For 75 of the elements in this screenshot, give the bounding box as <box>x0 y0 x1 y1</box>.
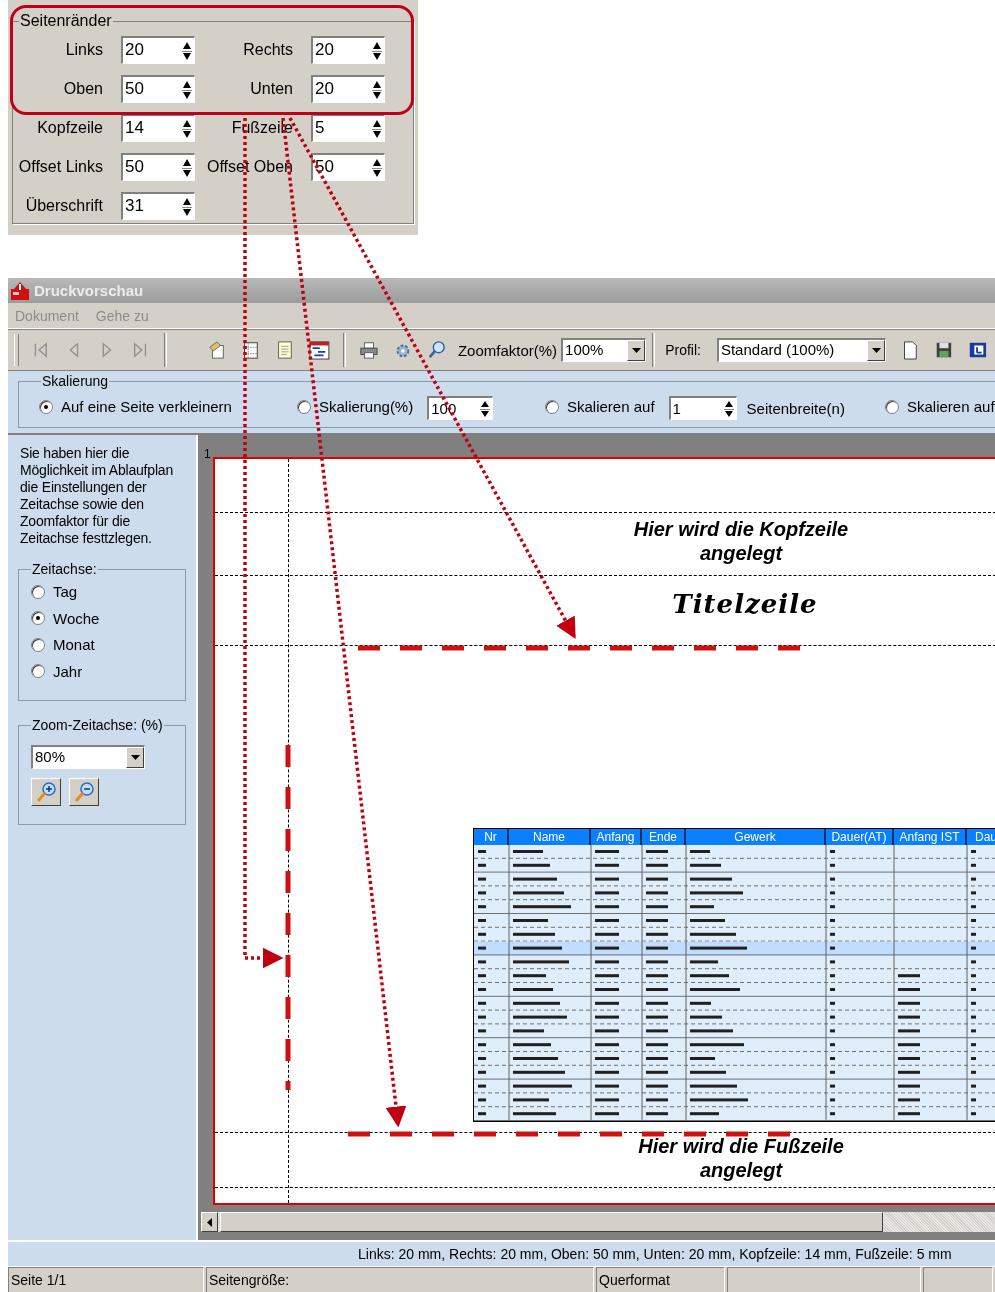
page-number: 1 <box>204 447 211 461</box>
radio-option[interactable]: Monat <box>31 636 95 653</box>
title-text: Titelzeile <box>671 589 819 619</box>
app-icon <box>10 280 30 301</box>
zoom-in-icon <box>35 781 57 803</box>
radio-option[interactable]: Woche <box>31 609 100 627</box>
column-header: Nr <box>474 829 509 845</box>
status-text: Seite 1/1 <box>8 1267 204 1292</box>
unit-label: Seitenbreite(n) <box>746 399 845 417</box>
column-header: Anfang IST <box>894 829 967 845</box>
radio-option[interactable]: Skalieren auf <box>885 398 995 416</box>
zoom-icon[interactable] <box>427 339 447 361</box>
radio-button[interactable] <box>31 611 45 625</box>
radio-button[interactable] <box>545 399 559 414</box>
number-spinner[interactable]: 1 <box>668 396 737 420</box>
status-text: Querformat <box>596 1267 726 1292</box>
window-title: Druckvorschau <box>34 282 144 299</box>
radio-button[interactable] <box>31 637 45 652</box>
radio-option[interactable]: Jahr <box>31 662 83 680</box>
field-label: Oben <box>62 80 104 98</box>
header-text: Hier wird die Kopfzeile angelegt <box>632 517 850 565</box>
field-label: Überschrift <box>24 197 104 215</box>
number-spinner[interactable]: 20 <box>121 36 195 64</box>
horizontal-scrollbar[interactable] <box>201 1212 995 1232</box>
zoom-label: Zoomfaktor(%) <box>457 341 558 359</box>
profile-label: Profil: <box>665 342 701 358</box>
printer-icon[interactable] <box>359 339 380 361</box>
dropdown[interactable]: 100% <box>561 338 647 362</box>
field-label: Rechts <box>242 41 294 59</box>
caret-down-icon <box>871 348 881 353</box>
number-spinner[interactable]: 50 <box>121 153 195 181</box>
caret-down-icon <box>631 348 641 353</box>
column-header: Anfang <box>591 829 642 845</box>
scroll-left-icon[interactable] <box>207 1217 212 1227</box>
column-header: Name <box>509 829 591 845</box>
footer-text: Hier wird die Fußzeile angelegt <box>637 1134 845 1182</box>
page-setup-icon[interactable] <box>207 339 227 361</box>
number-spinner[interactable]: 31 <box>121 192 195 220</box>
field-label: Offset Links <box>17 158 104 176</box>
dropdown[interactable]: 80% <box>31 745 145 769</box>
radio-option[interactable]: Skalieren auf <box>545 398 655 416</box>
number-spinner[interactable]: 5 <box>311 114 385 142</box>
zoom-out-icon <box>73 781 95 803</box>
description-text: Sie haben hier die Möglichkeit im Ablaufplan die Einstellungen der Zeitachse sowie den Zoomfaktor für die Zeitachse festtzlegen. <box>20 445 174 547</box>
radio-button[interactable] <box>31 584 45 599</box>
field-label: Kopfzeile <box>36 119 104 137</box>
number-spinner[interactable]: 50 <box>121 75 195 103</box>
dropdown[interactable]: Standard (100%) <box>716 338 887 362</box>
column-header: Gewerk <box>686 829 826 845</box>
number-spinner[interactable]: 20 <box>311 36 385 64</box>
group-title: Zoom-Zeitachse: (%) <box>31 717 164 733</box>
field-label: Fußzeile <box>230 119 294 137</box>
margin-summary: Links: 20 mm, Rechts: 20 mm, Oben: 50 mm, Unten: 20 mm, Kopfzeile: 14 mm, Fußzeile: 5 mm <box>8 1240 995 1266</box>
field-label: Unten <box>249 80 294 98</box>
group-title: Seitenränder <box>19 12 113 30</box>
column-header: Ende <box>642 829 686 845</box>
caret-down-icon <box>130 755 140 760</box>
radio-option[interactable]: Tag <box>31 583 78 600</box>
radio-option[interactable]: Skalierung(%) <box>297 398 414 416</box>
radio-button[interactable] <box>885 399 899 414</box>
field-label: Links <box>64 41 104 59</box>
number-spinner[interactable]: 14 <box>121 114 195 142</box>
radio-option[interactable]: Auf eine Seite verkleinern <box>39 398 232 416</box>
zoom-out-button[interactable] <box>69 778 99 806</box>
zoom-in-button[interactable] <box>31 778 61 806</box>
radio-button[interactable] <box>31 664 45 678</box>
group-title: Skalierung <box>41 373 110 389</box>
number-spinner[interactable]: 20 <box>311 75 385 103</box>
status-text: Seitengröße: <box>206 1267 594 1292</box>
radio-button[interactable] <box>297 399 311 414</box>
schedule-icon[interactable] <box>308 339 331 361</box>
radio-button[interactable] <box>39 399 53 414</box>
field-label: Offset Oben <box>206 158 294 176</box>
column-header: Dauer(AT) <box>826 829 894 845</box>
group-title: Zeitachse: <box>31 561 98 577</box>
